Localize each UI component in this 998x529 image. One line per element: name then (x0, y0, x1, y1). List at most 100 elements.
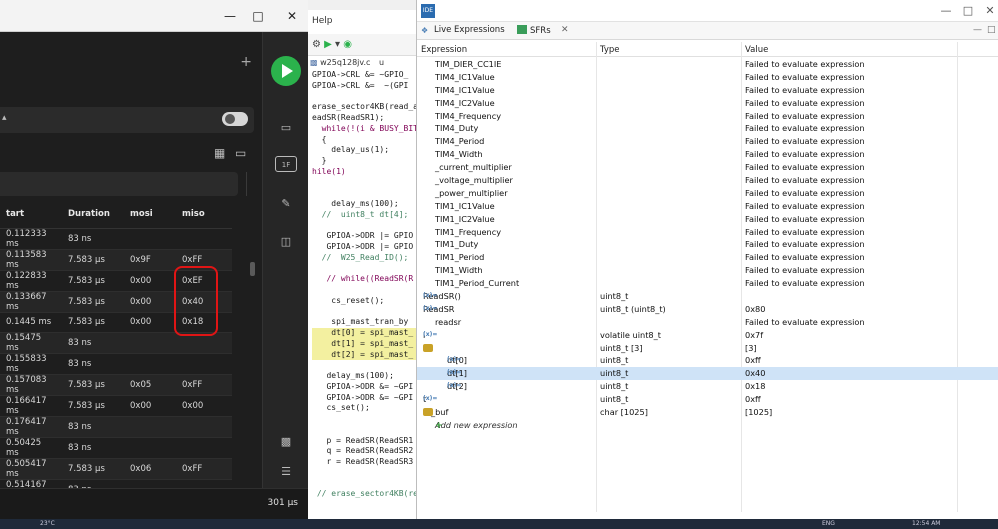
value-cell[interactable]: Failed to evaluate expression (745, 72, 865, 82)
expression-row[interactable]: TIM1_Duty Failed to evaluate expression (417, 238, 998, 251)
value-cell[interactable]: 0xff (745, 355, 761, 365)
expression-row[interactable]: TIM4_Frequency Failed to evaluate express… (417, 110, 998, 123)
expression-row[interactable]: TIM1_Width Failed to evaluate expression (417, 264, 998, 277)
expression-row[interactable]: _current_multiplier Failed to evaluate ex… (417, 161, 998, 174)
filter-input[interactable] (0, 172, 238, 196)
expression-row[interactable]: (x)= t uint8_t 0xff (417, 393, 998, 406)
value-cell[interactable]: Failed to evaluate expression (745, 239, 865, 249)
value-cell[interactable]: Failed to evaluate expression (745, 59, 865, 69)
expression-row[interactable]: TIM4_Period Failed to evaluate expression (417, 135, 998, 148)
expression-row[interactable]: (x)= dt[2] uint8_t 0x18 (417, 380, 998, 393)
value-cell[interactable]: Failed to evaluate expression (745, 98, 865, 108)
comment-icon[interactable]: ▩ (275, 434, 297, 450)
expression-row[interactable]: TIM4_Width Failed to evaluate expression (417, 148, 998, 161)
minimize-icon[interactable]: — (218, 8, 242, 24)
maximize-icon[interactable]: □ (246, 8, 270, 24)
analyzer-select[interactable]: ▴ (0, 107, 254, 133)
table-row[interactable]: 0.505417 ms 7.583 µs 0x06 0xFF (0, 458, 232, 480)
add-analyzer-button[interactable]: + (240, 54, 252, 70)
value-cell[interactable]: [3] (745, 343, 757, 353)
start-capture-button[interactable] (271, 56, 301, 86)
value-cell[interactable]: Failed to evaluate expression (745, 201, 865, 211)
add-expression-row[interactable]: + Add new expression (417, 419, 998, 432)
table-row[interactable]: 0.50425 ms 83 ns (0, 437, 232, 459)
value-cell[interactable]: Failed to evaluate expression (745, 111, 865, 121)
col-expression[interactable]: Expression (421, 45, 467, 55)
table-row[interactable]: 0.157083 ms 7.583 µs 0x05 0xFF (0, 374, 232, 396)
value-cell[interactable]: Failed to evaluate expression (745, 149, 865, 159)
value-cell[interactable]: [1025] (745, 407, 772, 417)
expression-row[interactable]: TIM4_IC2Value Failed to evaluate expressi… (417, 97, 998, 110)
close-icon[interactable]: ✕ (981, 3, 998, 19)
view-maximize-icon[interactable]: □ (987, 25, 996, 35)
col-start[interactable]: tart (0, 200, 62, 229)
language-indicator[interactable]: ENG (822, 520, 835, 527)
extensions-icon[interactable]: ◫ (275, 234, 297, 250)
tab-live-expressions[interactable]: ❖ Live Expressions (421, 25, 505, 35)
value-cell[interactable]: 0xff (745, 394, 761, 404)
view-minimize-icon[interactable]: — (973, 25, 982, 35)
value-cell[interactable]: Failed to evaluate expression (745, 317, 865, 327)
table-row[interactable]: 0.112333 ms 83 ns (0, 228, 232, 250)
debug-icon[interactable]: ⚙ (312, 39, 321, 50)
col-miso[interactable]: miso (176, 200, 232, 229)
expression-row[interactable]: (x)= i volatile uint8_t 0x7f (417, 329, 998, 342)
close-icon[interactable]: ✕ (280, 8, 304, 24)
value-cell[interactable]: Failed to evaluate expression (745, 278, 865, 288)
value-cell[interactable]: 0x80 (745, 304, 765, 314)
table-view-icon[interactable]: ▦ (214, 146, 225, 160)
terminal-view-icon[interactable]: ▭ (235, 146, 246, 160)
minimize-icon[interactable]: — (937, 3, 955, 19)
table-row[interactable]: 0.166417 ms 7.583 µs 0x00 0x00 (0, 395, 232, 417)
expression-row[interactable]: TIM1_Frequency Failed to evaluate express… (417, 226, 998, 239)
expression-row[interactable]: (x)= ReadSR uint8_t (uint8_t) 0x80 (417, 303, 998, 316)
tab-sfrs[interactable]: SFRs (517, 25, 551, 36)
value-cell[interactable]: Failed to evaluate expression (745, 188, 865, 198)
table-row[interactable]: 0.176417 ms 83 ns (0, 416, 232, 438)
value-cell[interactable]: Failed to evaluate expression (745, 162, 865, 172)
expression-row[interactable]: (x)= ReadSR() uint8_t (417, 290, 998, 303)
expression-row[interactable]: ▾dt uint8_t [3] [3] (417, 342, 998, 355)
expression-row[interactable]: _power_multiplier Failed to evaluate expr… (417, 187, 998, 200)
scrollbar-thumb[interactable] (250, 262, 255, 276)
menu-help[interactable]: Help (312, 16, 333, 26)
value-cell[interactable]: Failed to evaluate expression (745, 175, 865, 185)
menu-icon[interactable]: ☰ (275, 464, 297, 480)
run-debug-icon[interactable]: ◉ (343, 39, 352, 50)
expression-row[interactable]: readsr Failed to evaluate expression (417, 316, 998, 329)
value-cell[interactable]: Failed to evaluate expression (745, 123, 865, 133)
value-cell[interactable]: 0x7f (745, 330, 763, 340)
value-cell[interactable]: Failed to evaluate expression (745, 265, 865, 275)
table-row[interactable]: 0.155833 ms 83 ns (0, 353, 232, 375)
col-duration[interactable]: Duration (62, 200, 124, 229)
expression-row[interactable]: (x)= dt[0] uint8_t 0xff (417, 354, 998, 367)
value-cell[interactable]: Failed to evaluate expression (745, 85, 865, 95)
expression-row[interactable]: TIM4_IC1Value Failed to evaluate expressi… (417, 71, 998, 84)
expression-row[interactable]: ▸rx_buf char [1025] [1025] (417, 406, 998, 419)
expression-row[interactable]: TIM4_Duty Failed to evaluate expression (417, 122, 998, 135)
col-value[interactable]: Value (745, 45, 768, 55)
stream-toggle[interactable] (222, 112, 248, 126)
expression-row[interactable]: _voltage_multiplier Failed to evaluate ex… (417, 174, 998, 187)
expression-row[interactable]: TIM4_IC1Value Failed to evaluate expressi… (417, 84, 998, 97)
code-area[interactable]: GPIOA->CRL &= ~GPIO_ GPIOA->CRL &= ~(GPI e… (312, 70, 416, 500)
value-cell[interactable]: Failed to evaluate expression (745, 214, 865, 224)
maximize-icon[interactable]: □ (959, 3, 977, 19)
expression-row[interactable]: TIM1_IC1Value Failed to evaluate expressi… (417, 200, 998, 213)
clock[interactable]: 12:54 AM (912, 520, 940, 527)
value-cell[interactable]: Failed to evaluate expression (745, 252, 865, 262)
expression-row[interactable]: TIM1_IC2Value Failed to evaluate expressi… (417, 213, 998, 226)
value-cell[interactable]: 0x18 (745, 381, 765, 391)
device-icon[interactable]: ▭ (275, 120, 297, 136)
close-tab-icon[interactable]: ✕ (561, 25, 569, 35)
run-icon[interactable]: ▶ (324, 39, 332, 50)
expression-row[interactable]: TIM1_Period Failed to evaluate expression (417, 251, 998, 264)
value-cell[interactable]: 0x40 (745, 368, 765, 378)
expression-row[interactable]: (x)= dt[1] uint8_t 0x40 (417, 367, 998, 381)
expression-row[interactable]: TIM_DIER_CC1IE Failed to evaluate express… (417, 58, 998, 71)
col-mosi[interactable]: mosi (124, 200, 176, 229)
chevron-down-icon[interactable]: ▾ (335, 39, 340, 50)
value-cell[interactable]: Failed to evaluate expression (745, 227, 865, 237)
expression-row[interactable]: TIM1_Period_Current Failed to evaluate ex… (417, 277, 998, 290)
marker-icon[interactable]: ✎ (275, 196, 297, 212)
